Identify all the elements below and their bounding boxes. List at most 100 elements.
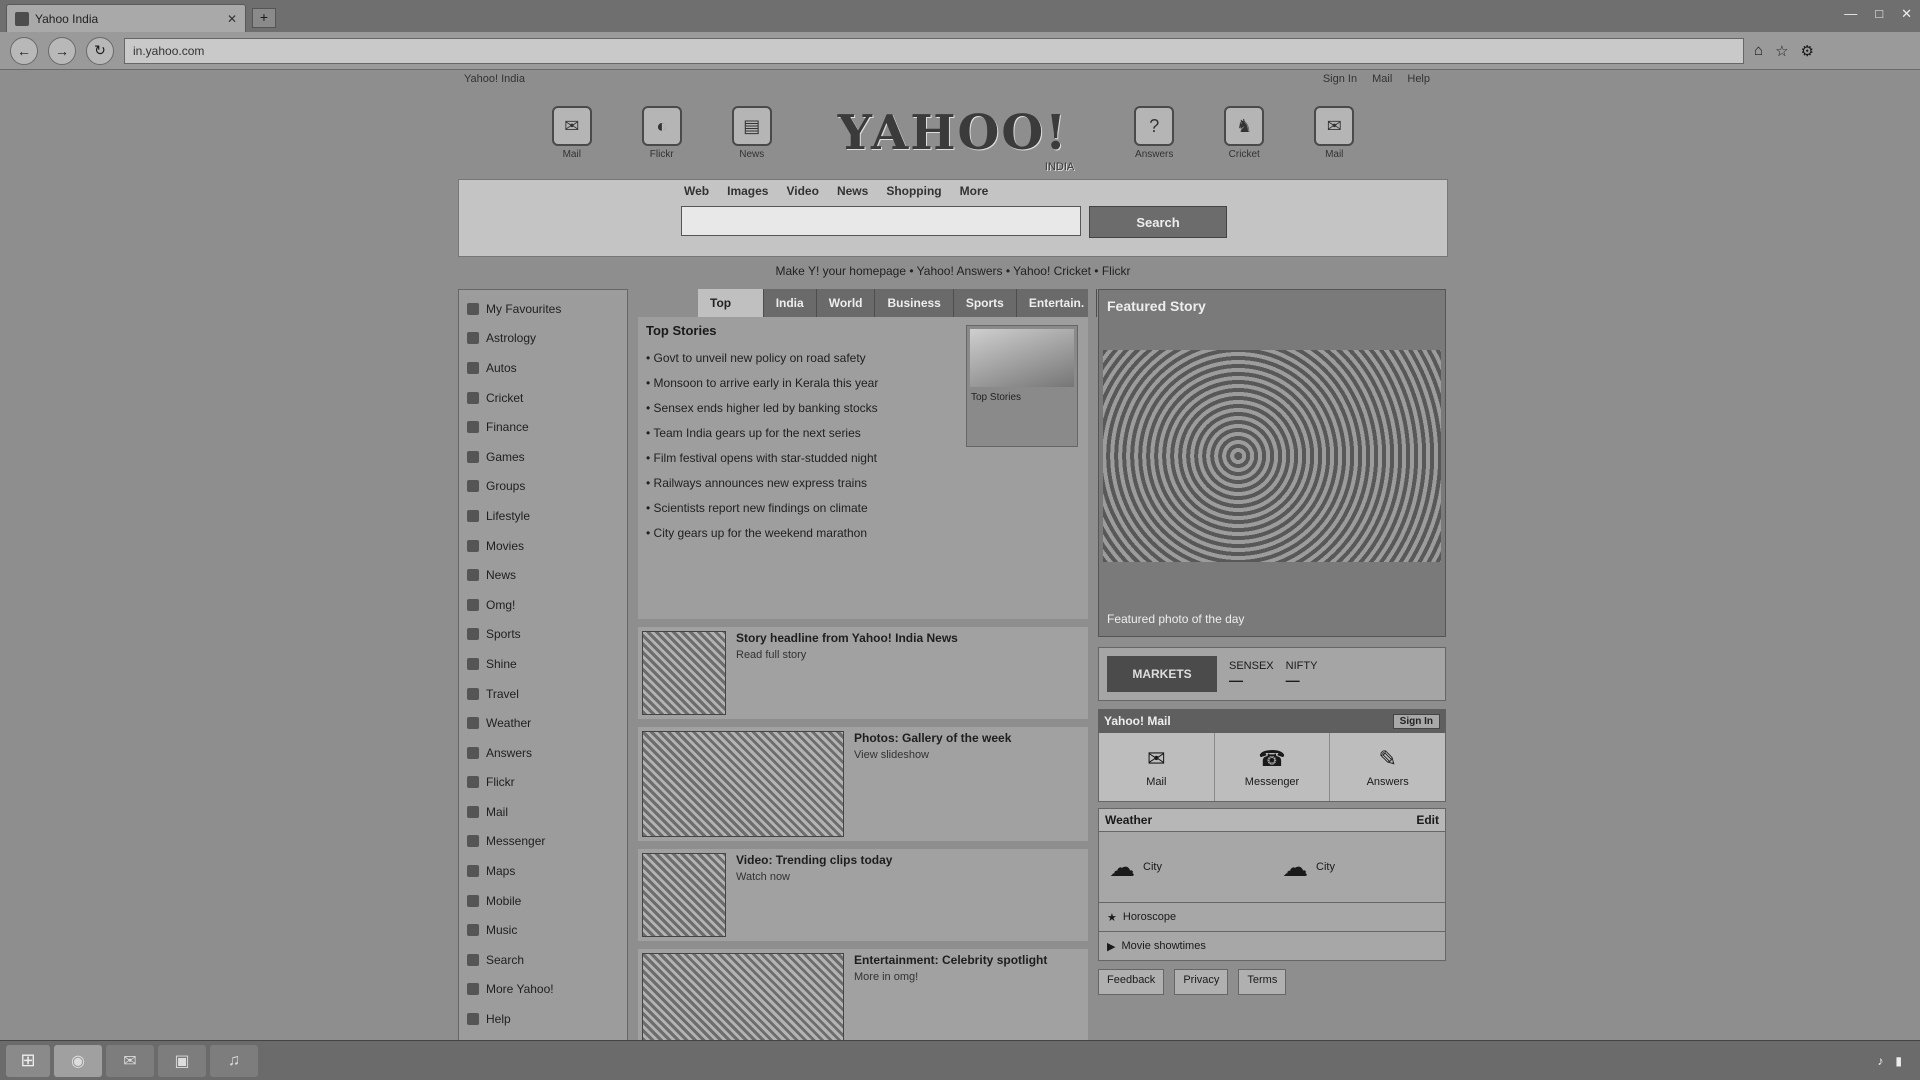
- feed-item[interactable]: Entertainment: Celebrity spotlight More i…: [638, 949, 1088, 1040]
- shortcut-answers[interactable]: ✎ Answers: [1330, 733, 1445, 801]
- shortcut-mail[interactable]: ✉ Mail: [1099, 733, 1215, 801]
- sidebar-item[interactable]: Search: [459, 945, 627, 975]
- search-button[interactable]: Search: [1089, 206, 1227, 238]
- refresh-button[interactable]: ↻: [86, 36, 114, 65]
- extra-link-row[interactable]: ▶ Movie showtimes: [1098, 932, 1446, 961]
- start-button[interactable]: ⊞: [6, 1044, 50, 1077]
- sidebar-item[interactable]: Lifestyle: [459, 501, 627, 531]
- sidebar-item[interactable]: Flickr: [459, 768, 627, 798]
- feed-item[interactable]: Story headline from Yahoo! India News Rea…: [638, 627, 1088, 719]
- news-body: Top Stories Govt to unveil new policy on…: [638, 317, 1088, 619]
- network-icon[interactable]: ▮: [1895, 1054, 1902, 1068]
- close-window-button[interactable]: ✕: [1901, 6, 1912, 22]
- sidebar-item[interactable]: Cricket: [459, 383, 627, 413]
- search-tab-more[interactable]: More: [960, 184, 989, 198]
- weather-edit-link[interactable]: Edit: [1416, 813, 1439, 827]
- sidebar-item[interactable]: Movies: [459, 531, 627, 561]
- weather-city[interactable]: ☁ City: [1272, 832, 1445, 902]
- headline-link[interactable]: Film festival opens with star-studded ni…: [646, 446, 946, 471]
- headline-link[interactable]: Team India gears up for the next series: [646, 421, 946, 446]
- sidebar-item[interactable]: More Yahoo!: [459, 975, 627, 1005]
- headline-link[interactable]: Scientists report new findings on climat…: [646, 496, 946, 521]
- search-tab-video[interactable]: Video: [786, 184, 818, 198]
- sidebar-item[interactable]: Sports: [459, 620, 627, 650]
- headline-link[interactable]: Govt to unveil new policy on road safety: [646, 346, 946, 371]
- feedback-link[interactable]: Feedback: [1098, 969, 1165, 995]
- help-link[interactable]: Help: [1407, 73, 1430, 85]
- sidebar-item[interactable]: Answers: [459, 738, 627, 768]
- taskbar-explorer[interactable]: ▣: [158, 1044, 206, 1077]
- news-tab[interactable]: World: [817, 289, 876, 317]
- home-icon[interactable]: ⌂: [1754, 42, 1763, 60]
- sidebar-item[interactable]: Mobile: [459, 886, 627, 916]
- volume-icon[interactable]: ♪: [1877, 1054, 1883, 1068]
- maximize-button[interactable]: □: [1875, 6, 1883, 22]
- gear-icon[interactable]: ⚙: [1801, 42, 1814, 60]
- taskbar-mail[interactable]: ✉: [106, 1044, 154, 1077]
- extra-link-row[interactable]: ★ Horoscope: [1098, 903, 1446, 932]
- markets-widget[interactable]: MARKETS SENSEX — NIFTY —: [1098, 647, 1446, 701]
- sidebar-item[interactable]: Games: [459, 442, 627, 472]
- headline-link[interactable]: Monsoon to arrive early in Kerala this y…: [646, 371, 946, 396]
- sidebar-item[interactable]: Messenger: [459, 827, 627, 857]
- shortcut-messenger[interactable]: ☎ Messenger: [1215, 733, 1331, 801]
- headline-link[interactable]: City gears up for the weekend marathon: [646, 521, 946, 546]
- sidebar-item[interactable]: Groups: [459, 472, 627, 502]
- news-tab[interactable]: Top Stories: [698, 289, 764, 338]
- header-answers[interactable]: ? Answers: [1122, 106, 1186, 160]
- featured-story[interactable]: Featured Story Featured photo of the day: [1098, 289, 1446, 637]
- address-bar[interactable]: in.yahoo.com: [124, 37, 1744, 64]
- back-button[interactable]: ←: [10, 36, 38, 65]
- weather-city[interactable]: ☁ City: [1099, 832, 1272, 902]
- search-tab-images[interactable]: Images: [727, 184, 768, 198]
- promo-links[interactable]: Make Y! your homepage • Yahoo! Answers •…: [458, 257, 1448, 285]
- new-tab-button[interactable]: +: [252, 8, 276, 28]
- headline-link[interactable]: Sensex ends higher led by banking stocks: [646, 396, 946, 421]
- feed-item[interactable]: Photos: Gallery of the week View slidesho…: [638, 727, 1088, 841]
- refresh-icon: ↻: [94, 42, 106, 58]
- sidebar-item[interactable]: My Favourites: [459, 294, 627, 324]
- headline-link[interactable]: Railways announces new express trains: [646, 471, 946, 496]
- sidebar-item[interactable]: Mail: [459, 797, 627, 827]
- taskbar-browser[interactable]: ◉: [54, 1044, 102, 1077]
- yahoo-logo[interactable]: YAHOO! INDIA: [838, 105, 1074, 173]
- browser-tab[interactable]: Yahoo India ✕: [6, 4, 246, 32]
- header-messenger[interactable]: ✉ Mail: [1302, 106, 1366, 160]
- sign-in-link[interactable]: Sign In: [1323, 73, 1357, 85]
- sidebar-item[interactable]: Travel: [459, 679, 627, 709]
- sidebar-item[interactable]: News: [459, 560, 627, 590]
- taskbar-media[interactable]: ♫: [210, 1044, 258, 1077]
- news-tab[interactable]: Entertain.: [1017, 289, 1098, 317]
- close-tab-icon[interactable]: ✕: [227, 12, 237, 26]
- mail-link[interactable]: Mail: [1372, 73, 1392, 85]
- sidebar-item[interactable]: Finance: [459, 412, 627, 442]
- sidebar-item[interactable]: Autos: [459, 353, 627, 383]
- sidebar-item[interactable]: Astrology: [459, 324, 627, 354]
- search-tab-shopping[interactable]: Shopping: [886, 184, 941, 198]
- mail-sign-in-button[interactable]: Sign In: [1392, 713, 1440, 729]
- header-cricket[interactable]: ♞ Cricket: [1212, 106, 1276, 160]
- feed-title: Video: Trending clips today: [736, 853, 893, 867]
- sidebar-item[interactable]: Maps: [459, 856, 627, 886]
- sidebar-item[interactable]: Music: [459, 915, 627, 945]
- header-flickr[interactable]: ◐ Flickr: [630, 106, 694, 160]
- search-tab-web[interactable]: Web: [684, 184, 709, 198]
- search-tab-news[interactable]: News: [837, 184, 868, 198]
- sidebar-item[interactable]: Weather: [459, 708, 627, 738]
- star-icon[interactable]: ☆: [1775, 42, 1788, 60]
- news-tab[interactable]: Business: [875, 289, 954, 317]
- privacy-link[interactable]: Privacy: [1174, 969, 1229, 995]
- news-tab[interactable]: Sports: [954, 289, 1017, 317]
- header-news[interactable]: ▤ News: [720, 106, 784, 160]
- terms-link[interactable]: Terms: [1238, 969, 1287, 995]
- search-input[interactable]: [681, 206, 1081, 236]
- news-thumbnail[interactable]: Top Stories: [966, 325, 1078, 447]
- sidebar-item[interactable]: Omg!: [459, 590, 627, 620]
- minimize-button[interactable]: —: [1844, 6, 1857, 22]
- feed-item[interactable]: Video: Trending clips today Watch now: [638, 849, 1088, 941]
- sidebar-item[interactable]: Help: [459, 1004, 627, 1034]
- forward-button[interactable]: →: [48, 36, 76, 65]
- header-mail[interactable]: ✉ Mail: [540, 106, 604, 160]
- sidebar-item[interactable]: Shine: [459, 649, 627, 679]
- news-tab[interactable]: India: [764, 289, 817, 317]
